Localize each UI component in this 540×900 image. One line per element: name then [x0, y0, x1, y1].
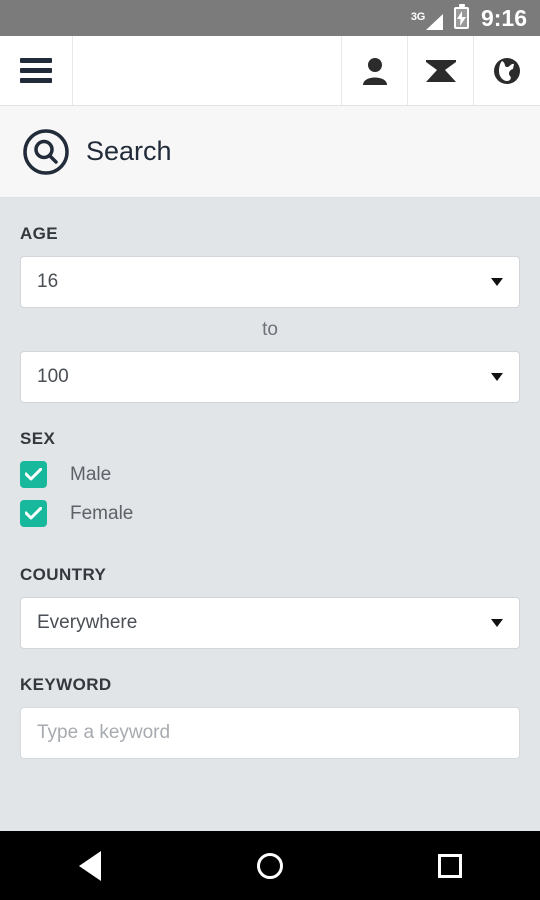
sex-option-male[interactable]: Male — [20, 461, 520, 488]
hamburger-menu-icon — [20, 58, 52, 83]
search-circle-icon — [23, 128, 69, 175]
globe-button[interactable] — [474, 36, 540, 105]
phone-screen: 3G 9:16 Search AGE 16 to 100 SEX Male Fe… — [0, 0, 540, 900]
keyword-input[interactable] — [37, 722, 503, 744]
checkmark-icon — [25, 468, 42, 481]
profile-button[interactable] — [342, 36, 408, 105]
male-label: Male — [70, 463, 112, 485]
female-label: Female — [70, 502, 134, 524]
age-range-separator: to — [262, 319, 278, 340]
mail-icon — [425, 59, 456, 82]
chevron-down-icon — [491, 373, 503, 381]
keyword-label: KEYWORD — [20, 675, 112, 694]
age-to-value: 100 — [37, 366, 69, 387]
nav-recents-button[interactable] — [360, 853, 540, 878]
country-value: Everywhere — [37, 612, 138, 633]
profile-icon — [362, 57, 387, 85]
back-triangle-icon — [79, 850, 101, 881]
status-bar: 3G 9:16 — [0, 0, 540, 36]
globe-icon — [494, 57, 520, 84]
nav-home-button[interactable] — [180, 852, 360, 879]
chevron-down-icon — [491, 278, 503, 286]
country-select[interactable]: Everywhere — [20, 597, 520, 649]
app-toolbar — [0, 36, 540, 106]
charging-bolt-icon — [456, 10, 466, 26]
signal-indicator: 3G — [411, 6, 443, 30]
age-from-value: 16 — [37, 271, 59, 292]
android-nav-bar — [0, 831, 540, 900]
checkmark-icon — [25, 507, 42, 520]
chevron-down-icon — [491, 619, 503, 627]
female-checkbox[interactable] — [20, 500, 47, 527]
menu-button[interactable] — [0, 36, 73, 105]
country-label: COUNTRY — [20, 565, 107, 584]
male-checkbox[interactable] — [20, 461, 47, 488]
search-form: AGE 16 to 100 SEX Male Female COUNTRY Ev… — [0, 198, 540, 831]
sex-label: SEX — [20, 429, 56, 448]
home-circle-icon — [257, 852, 283, 879]
age-from-select[interactable]: 16 — [20, 256, 520, 308]
battery-charging-icon — [453, 4, 469, 29]
recents-square-icon — [438, 853, 462, 878]
mail-button[interactable] — [408, 36, 474, 105]
network-type-label: 3G — [410, 11, 425, 23]
signal-bars-icon — [425, 14, 443, 30]
search-header: Search — [0, 106, 540, 198]
clock-label: 9:16 — [480, 4, 527, 31]
age-to-select[interactable]: 100 — [20, 351, 520, 403]
toolbar-title-area — [73, 36, 342, 105]
keyword-input-wrapper[interactable] — [20, 707, 520, 759]
sex-option-female[interactable]: Female — [20, 500, 520, 527]
nav-back-button[interactable] — [0, 850, 180, 881]
age-label: AGE — [20, 224, 59, 243]
page-title: Search — [86, 136, 172, 166]
